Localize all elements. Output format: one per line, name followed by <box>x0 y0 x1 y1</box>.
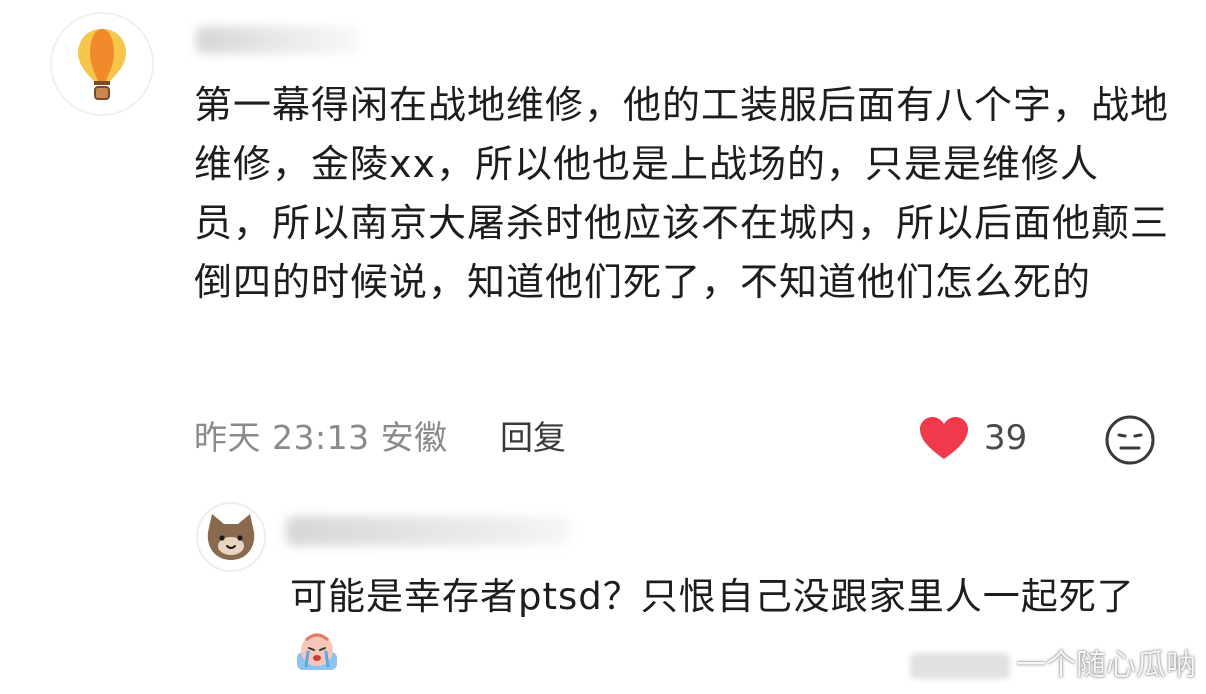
cat-avatar-icon <box>207 514 255 560</box>
watermark: 一个随心瓜呐 <box>910 646 1196 686</box>
like-button[interactable]: 39 <box>918 412 1027 464</box>
replier-avatar[interactable] <box>196 502 266 572</box>
reply-text: 可能是幸存者ptsd？只恨自己没跟家里人一起死了 <box>290 575 1135 618</box>
heart-icon <box>920 417 968 459</box>
comment-body: 第一幕得闲在战地维修，他的工装服后面有八个字，战地维修，金陵xx，所以他也是上战… <box>194 83 1170 304</box>
watermark-blurred-handle <box>910 653 1010 679</box>
crying-emoji-icon <box>294 628 340 674</box>
commenter-name-blurred[interactable] <box>196 26 358 54</box>
comment-time: 昨天 23:13 <box>194 418 370 457</box>
replier-name-blurred[interactable] <box>286 516 570 546</box>
like-count: 39 <box>984 418 1028 458</box>
comment-location: 安徽 <box>380 418 448 457</box>
hot-air-balloon-icon <box>78 29 126 100</box>
comment-meta: 昨天 23:13 安徽 <box>194 412 448 464</box>
reply-button[interactable]: 回复 <box>500 412 566 464</box>
neutral-face-icon <box>1105 415 1155 465</box>
watermark-text: 一个随心瓜呐 <box>1016 648 1196 683</box>
commenter-avatar[interactable] <box>50 12 154 116</box>
dislike-button[interactable] <box>1104 414 1156 466</box>
